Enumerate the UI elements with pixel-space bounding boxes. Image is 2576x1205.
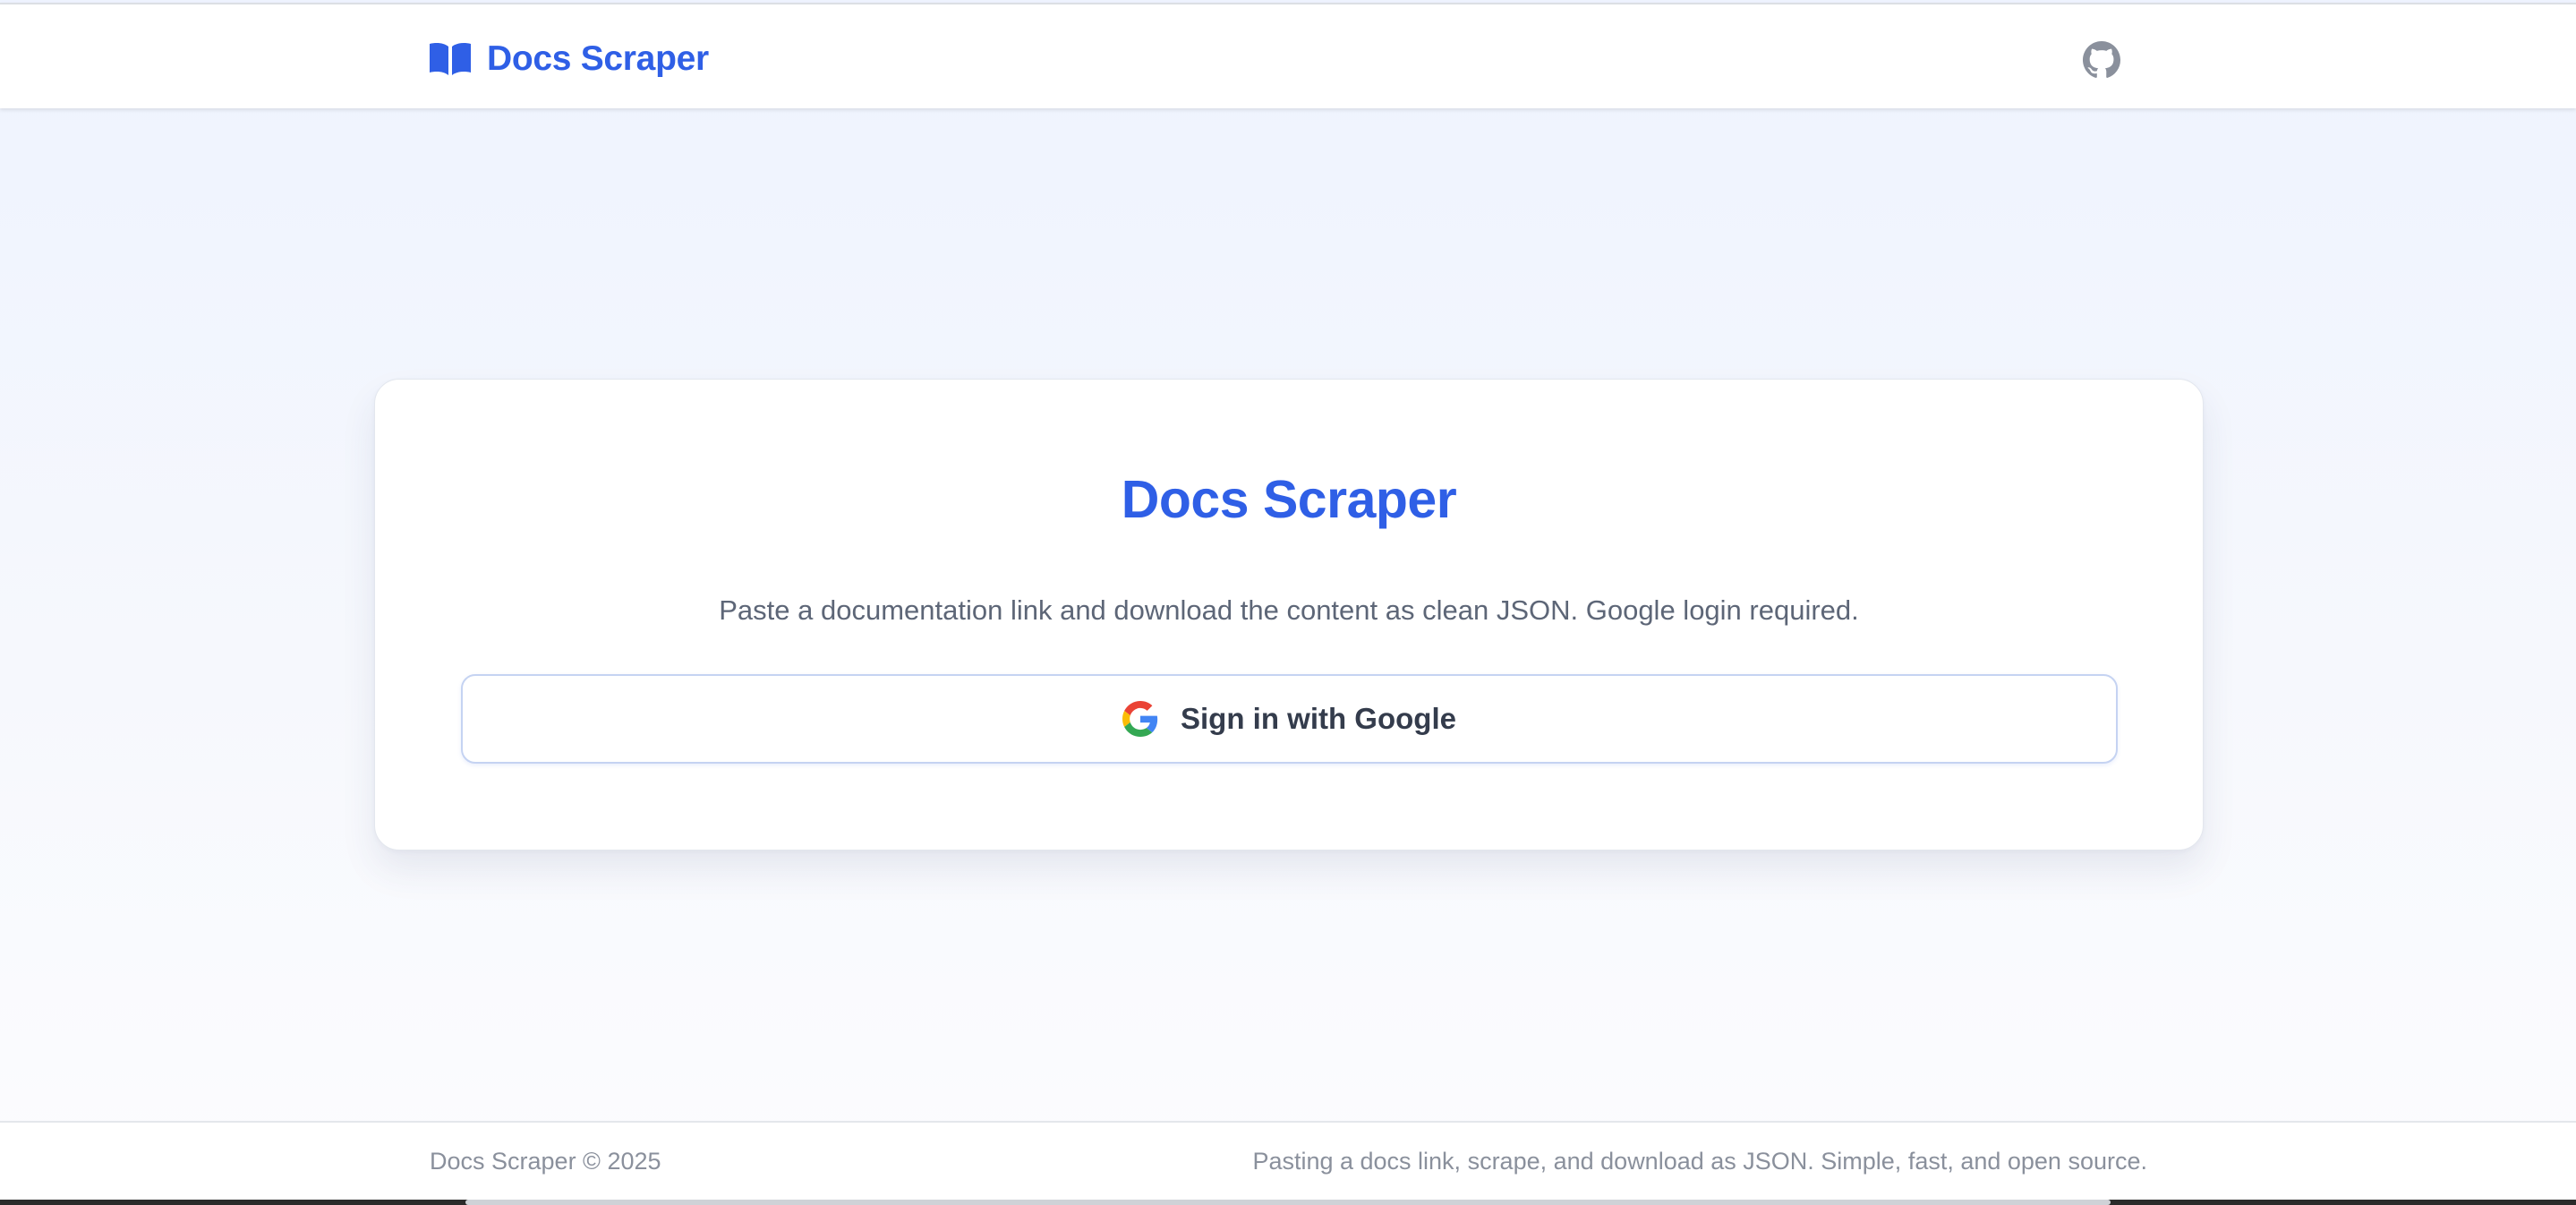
- book-open-icon: [430, 43, 471, 75]
- brand-link[interactable]: Docs Scraper: [428, 37, 709, 81]
- window-bottom-edge: [0, 1200, 2576, 1205]
- card-title: Docs Scraper: [1121, 470, 1457, 529]
- sign-in-card: Docs Scraper Paste a documentation link …: [374, 379, 2204, 850]
- window-bottom-highlight: [465, 1200, 2111, 1205]
- brand-name: Docs Scraper: [487, 39, 709, 78]
- sign-in-button-label: Sign in with Google: [1181, 702, 1456, 735]
- github-icon: [2083, 41, 2120, 78]
- card-description: Paste a documentation link and download …: [719, 594, 1859, 626]
- footer-tagline: Pasting a docs link, scrape, and downloa…: [1252, 1148, 2147, 1175]
- page: Docs Scraper Docs Scraper Paste a docume…: [0, 0, 2576, 1205]
- top-nav: Docs Scraper: [0, 3, 2576, 108]
- footer: Docs Scraper © 2025 Pasting a docs link,…: [0, 1121, 2576, 1205]
- github-link[interactable]: [2083, 41, 2120, 79]
- sign-in-with-google-button[interactable]: Sign in with Google: [461, 674, 2118, 764]
- footer-copyright: Docs Scraper © 2025: [430, 1148, 661, 1175]
- google-icon: [1122, 701, 1158, 737]
